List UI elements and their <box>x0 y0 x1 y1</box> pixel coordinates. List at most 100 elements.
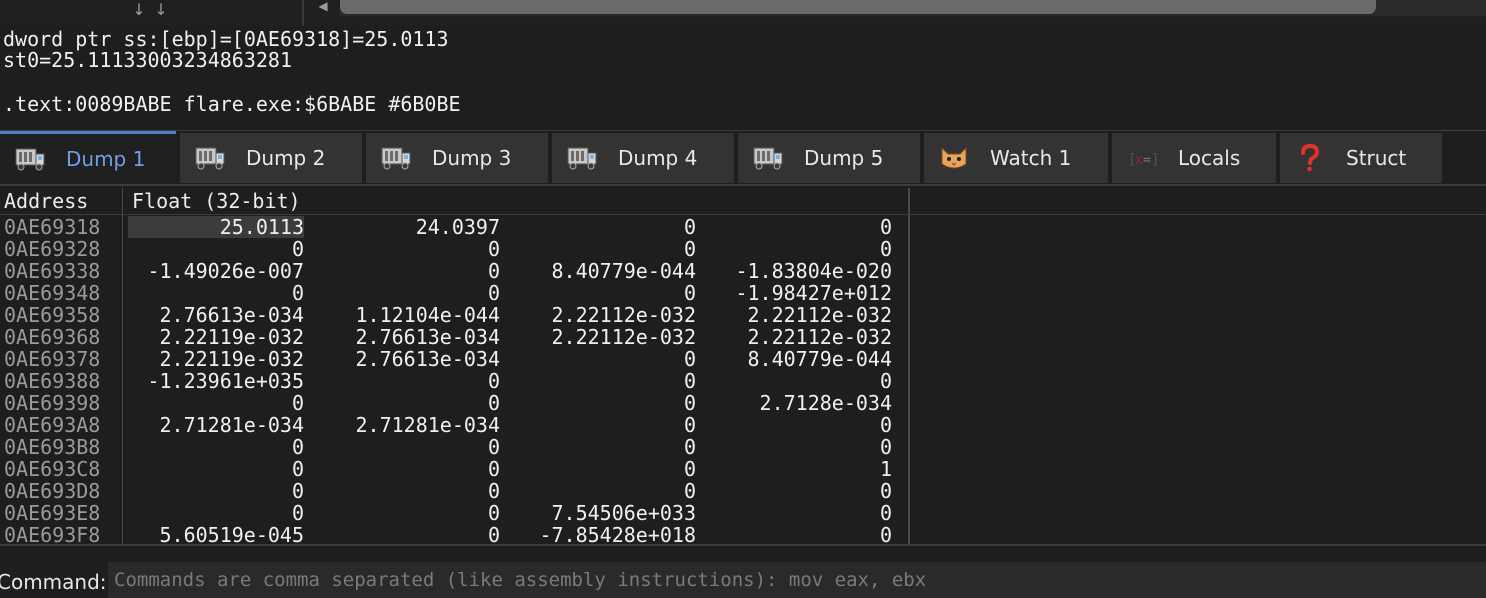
float-value-cell[interactable]: -7.85428e+018 <box>520 524 696 546</box>
float-value-cell[interactable]: 0 <box>520 282 696 304</box>
tab-dump-1[interactable]: Dump 1 <box>0 131 176 184</box>
row-address[interactable]: 0AE693C8 <box>4 458 100 480</box>
float-value-cell[interactable]: 2.22119e-032 <box>128 348 305 370</box>
float-value-cell[interactable]: 0 <box>520 348 696 370</box>
float-value-cell[interactable]: 0 <box>716 480 892 502</box>
float-value-cell[interactable]: 2.76613e-034 <box>324 326 501 348</box>
float-value-cell[interactable]: 0 <box>324 238 500 260</box>
float-value-cell[interactable]: 0 <box>520 370 696 392</box>
float-value-cell[interactable]: 0 <box>716 502 892 524</box>
float-value-cell[interactable]: 2.71281e-034 <box>324 414 501 436</box>
float-value-cell[interactable]: 0 <box>128 238 304 260</box>
row-address[interactable]: 0AE693B8 <box>4 436 100 458</box>
dump-view[interactable]: Address Float (32-bit) 0AE69318 25.0113 24… <box>0 188 1486 546</box>
float-value-cell[interactable]: 0 <box>128 480 304 502</box>
tab-dump-2[interactable]: Dump 2 <box>180 133 362 183</box>
row-address[interactable]: 0AE69388 <box>4 370 100 392</box>
float-value-cell[interactable]: 0 <box>520 458 696 480</box>
float-value-cell[interactable]: -1.83804e-020 <box>716 260 892 282</box>
dump-row[interactable]: 0AE693E8 0 0 7.54506e+033 0 <box>0 502 910 524</box>
float-value-cell[interactable]: 25.0113 <box>128 216 304 238</box>
float-value-cell[interactable]: 2.22112e-032 <box>716 304 893 326</box>
float-value-cell[interactable]: 0 <box>520 392 696 414</box>
row-address[interactable]: 0AE69328 <box>4 238 100 260</box>
row-address[interactable]: 0AE69318 <box>4 216 100 238</box>
dump-row[interactable]: 0AE693F8 5.60519e-045 0 -7.85428e+018 0 <box>0 524 910 546</box>
dump-row[interactable]: 0AE693A8 2.71281e-034 2.71281e-034 0 0 <box>0 414 910 436</box>
float-value-cell[interactable]: 0 <box>520 238 696 260</box>
float-value-cell[interactable]: 0 <box>324 480 500 502</box>
float-value-cell[interactable]: 0 <box>520 216 696 238</box>
dump-row[interactable]: 0AE69358 2.76613e-034 1.12104e-044 2.22112e… <box>0 304 910 326</box>
float-value-cell[interactable]: 0 <box>324 282 500 304</box>
float-value-cell[interactable]: 0 <box>128 502 304 524</box>
row-address[interactable]: 0AE693A8 <box>4 414 100 436</box>
dump-row[interactable]: 0AE69388 -1.23961e+035 0 0 0 <box>0 370 910 392</box>
dump-row[interactable]: 0AE69338 -1.49026e-007 0 8.40779e-044 -1.838… <box>0 260 910 282</box>
dump-row[interactable]: 0AE693C8 0 0 0 1 <box>0 458 910 480</box>
dump-row[interactable]: 0AE69318 25.0113 24.0397 0 0 <box>0 216 910 238</box>
float-value-cell[interactable]: 2.76613e-034 <box>324 348 501 370</box>
float-value-cell[interactable]: 0 <box>324 502 500 524</box>
tab-dump-3[interactable]: Dump 3 <box>366 133 548 183</box>
float-value-cell[interactable]: -1.49026e-007 <box>128 260 304 282</box>
row-address[interactable]: 0AE69338 <box>4 260 100 282</box>
dump-row[interactable]: 0AE69368 2.22119e-032 2.76613e-034 2.22112e… <box>0 326 910 348</box>
float-value-cell[interactable]: 0 <box>324 436 500 458</box>
float-value-cell[interactable]: -1.23961e+035 <box>128 370 304 392</box>
dump-row[interactable]: 0AE693B8 0 0 0 0 <box>0 436 910 458</box>
address-column-header[interactable]: Address <box>4 190 88 212</box>
float-value-cell[interactable]: 7.54506e+033 <box>520 502 697 524</box>
float-value-cell[interactable]: 0 <box>520 480 696 502</box>
tab-dump-4[interactable]: Dump 4 <box>552 133 734 183</box>
float-value-cell[interactable]: 2.76613e-034 <box>128 304 305 326</box>
row-address[interactable]: 0AE69368 <box>4 326 100 348</box>
float-value-cell[interactable]: 8.40779e-044 <box>716 348 893 370</box>
float-value-cell[interactable]: 0 <box>716 216 892 238</box>
row-address[interactable]: 0AE69348 <box>4 282 100 304</box>
scroll-left-arrow-icon[interactable]: ◀ <box>312 0 334 14</box>
float-value-cell[interactable]: 1.12104e-044 <box>324 304 501 326</box>
dump-row[interactable]: 0AE69328 0 0 0 0 <box>0 238 910 260</box>
tab-locals[interactable]: [x=] Locals <box>1112 133 1276 183</box>
float-value-cell[interactable]: 0 <box>716 370 892 392</box>
float-value-cell[interactable]: 0 <box>324 370 500 392</box>
row-address[interactable]: 0AE693E8 <box>4 502 100 524</box>
float-value-cell[interactable]: 24.0397 <box>324 216 500 238</box>
float-value-cell[interactable]: 2.22112e-032 <box>520 326 697 348</box>
tab-watch-1[interactable]: Watch 1 <box>924 133 1108 183</box>
float-value-cell[interactable]: 0 <box>324 458 500 480</box>
format-column-header[interactable]: Float (32-bit) <box>132 190 301 212</box>
float-value-cell[interactable]: 0 <box>716 238 892 260</box>
float-value-cell[interactable]: 0 <box>128 458 304 480</box>
tab-struct[interactable]: Struct <box>1280 133 1442 183</box>
row-address[interactable]: 0AE693D8 <box>4 480 100 502</box>
horizontal-scrollbar-thumb[interactable] <box>340 0 1376 14</box>
float-value-cell[interactable]: 0 <box>520 436 696 458</box>
float-value-cell[interactable]: 1 <box>716 458 892 480</box>
float-value-cell[interactable]: 0 <box>716 524 892 546</box>
dump-row[interactable]: 0AE69398 0 0 0 2.7128e-034 <box>0 392 910 414</box>
float-value-cell[interactable]: 0 <box>520 414 696 436</box>
row-address[interactable]: 0AE69358 <box>4 304 100 326</box>
float-value-cell[interactable]: 2.7128e-034 <box>716 392 892 414</box>
row-address[interactable]: 0AE69378 <box>4 348 100 370</box>
float-value-cell[interactable]: 2.22112e-032 <box>520 304 697 326</box>
command-input[interactable] <box>108 562 1486 598</box>
float-value-cell[interactable]: 0 <box>716 436 892 458</box>
dump-row[interactable]: 0AE693D8 0 0 0 0 <box>0 480 910 502</box>
dump-row[interactable]: 0AE69348 0 0 0 -1.98427e+012 <box>0 282 910 304</box>
float-value-cell[interactable]: 0 <box>324 524 500 546</box>
float-value-cell[interactable]: 2.22119e-032 <box>128 326 305 348</box>
float-value-cell[interactable]: 0 <box>128 436 304 458</box>
dump-row[interactable]: 0AE69378 2.22119e-032 2.76613e-034 0 8.40779… <box>0 348 910 370</box>
float-value-cell[interactable]: 2.71281e-034 <box>128 414 305 436</box>
row-address[interactable]: 0AE69398 <box>4 392 100 414</box>
row-address[interactable]: 0AE693F8 <box>4 524 100 546</box>
float-value-cell[interactable]: 0 <box>128 392 304 414</box>
float-value-cell[interactable]: 2.22112e-032 <box>716 326 893 348</box>
float-value-cell[interactable]: 0 <box>324 392 500 414</box>
float-value-cell[interactable]: 8.40779e-044 <box>520 260 697 282</box>
float-value-cell[interactable]: 0 <box>324 260 500 282</box>
float-value-cell[interactable]: 5.60519e-045 <box>128 524 305 546</box>
